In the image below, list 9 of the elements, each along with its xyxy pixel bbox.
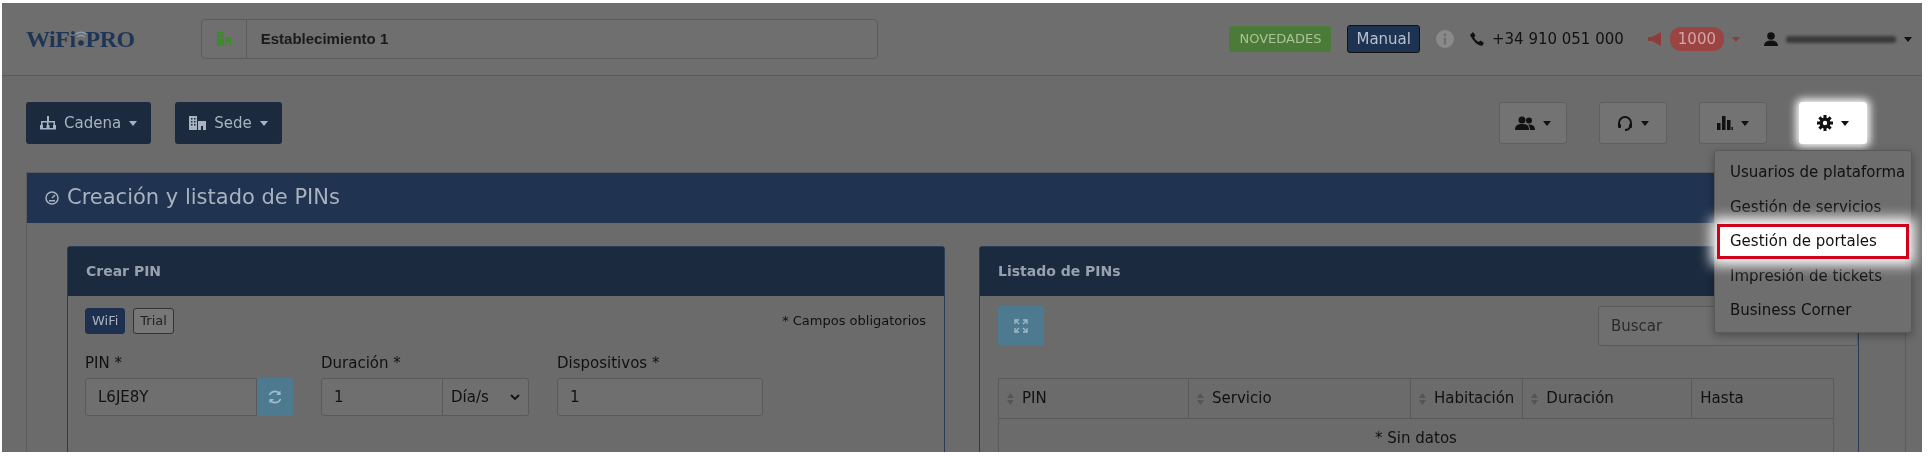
field-label: PIN * — [85, 352, 123, 374]
field-label: Dispositivos * — [557, 352, 661, 374]
required-note: * Campos obligatorios — [782, 312, 926, 330]
field-label: Duración * — [321, 352, 402, 374]
card-title: Crear PIN — [86, 262, 162, 281]
card-title: Listado de PINs — [998, 262, 1121, 281]
empty-message: * Sin datos — [998, 418, 1834, 452]
phone-number: +34 910 051 000 — [1491, 28, 1624, 50]
section-title: Creación y listado de PINs — [67, 184, 340, 212]
